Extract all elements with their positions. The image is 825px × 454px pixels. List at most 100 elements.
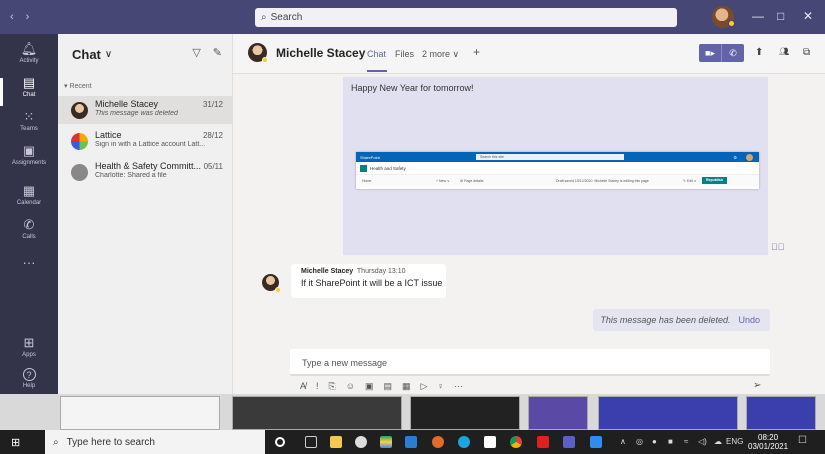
compose-box[interactable]: Type a new message — [290, 349, 770, 376]
file-explorer-icon[interactable] — [330, 436, 342, 448]
presence-dot — [262, 57, 268, 63]
sp-editing-text: Michelle Stacey is editing this page — [594, 178, 649, 183]
rail-item-more[interactable]: ··· — [0, 256, 58, 272]
send-icon[interactable]: ➢ — [753, 380, 761, 391]
rail-item-calendar[interactable]: ▦ Calendar — [0, 183, 58, 207]
seen-check-icon: ✓⃝ — [771, 242, 785, 252]
rail-item-chat[interactable]: ▤ Chat — [0, 75, 58, 106]
help-icon: ? — [22, 368, 36, 381]
language-indicator[interactable]: ENG — [726, 437, 743, 446]
praise-icon[interactable]: ♀ — [437, 381, 444, 392]
emoji-icon[interactable]: ☺ — [346, 381, 355, 392]
rail-item-calls[interactable]: ✆ Calls — [0, 218, 58, 241]
teams-taskbar-icon[interactable] — [563, 436, 575, 448]
forward-arrow-icon[interactable]: › — [26, 11, 30, 23]
add-tab-button[interactable]: + — [473, 45, 480, 59]
chat-item-michelle[interactable]: Michelle Stacey This message was deleted… — [58, 96, 232, 124]
calendar-icon: ▦ — [22, 183, 36, 198]
image-message[interactable]: Happy New Year for tomorrow! SharePoint … — [343, 77, 768, 255]
chrome-icon[interactable] — [510, 436, 522, 448]
window-thumbnail[interactable] — [232, 396, 402, 430]
window-thumbnail[interactable] — [60, 396, 220, 430]
tray-app-icon[interactable]: ● — [652, 437, 657, 446]
tab-files[interactable]: Files — [395, 49, 414, 59]
tab-more[interactable]: 2 more ∨ — [422, 49, 459, 60]
rail-item-help[interactable]: ? Help — [0, 368, 58, 389]
more-icon: ··· — [22, 255, 36, 270]
close-button[interactable]: ✕ — [803, 9, 813, 23]
gif-icon[interactable]: ▣ — [365, 381, 374, 392]
sharepoint-command-bar: Home + New ∨ ⚙ Page details Draft saved … — [356, 174, 759, 186]
wifi-icon[interactable]: ≈ — [684, 437, 688, 446]
tray-chevron-icon[interactable]: ∧ — [620, 437, 626, 446]
message-text: If it SharePoint it will be a ICT issue — [301, 278, 443, 288]
search-input[interactable]: ⌕ Search — [255, 8, 677, 27]
call-buttons: ■▸ ✆ — [699, 44, 744, 62]
more-options-icon[interactable]: ⋯ — [454, 381, 463, 392]
mail-icon[interactable] — [405, 436, 417, 448]
rail-item-activity[interactable]: 🔔︎ Activity — [0, 42, 58, 65]
pop-out-icon[interactable]: ⧉ — [803, 47, 810, 58]
filter-icon[interactable]: ▽ — [192, 46, 200, 59]
window-thumbnail[interactable] — [598, 396, 738, 430]
tab-more-label: 2 more — [422, 49, 451, 59]
window-thumbnail[interactable] — [528, 396, 588, 430]
video-call-icon[interactable]: ■▸ — [699, 44, 721, 62]
stream-icon[interactable]: ▷ — [420, 381, 427, 392]
avatar — [71, 102, 88, 119]
tab-chat[interactable]: Chat — [367, 49, 386, 59]
chat-list-title[interactable]: Chat — [72, 47, 101, 62]
attach-icon[interactable]: ⎘ — [329, 381, 336, 392]
tray-app-icon[interactable]: ■ — [668, 437, 673, 446]
contact-name: Michelle Stacey — [276, 46, 366, 60]
message-meta: Michelle Stacey Thursday 13:10 — [301, 268, 436, 275]
rail-item-assignments[interactable]: ▣ Assignments — [0, 144, 58, 167]
clock[interactable]: 08:20 03/01/2021 — [748, 433, 788, 451]
acrobat-icon[interactable] — [537, 436, 549, 448]
undo-link[interactable]: Undo — [738, 315, 760, 325]
volume-icon[interactable]: ◁) — [698, 437, 707, 446]
sticker-icon[interactable]: ▤ — [383, 381, 392, 392]
message-text: Happy New Year for tomorrow! — [351, 83, 474, 93]
back-arrow-icon[interactable]: ‹ — [10, 11, 14, 23]
app-taskbar-icon[interactable] — [590, 436, 602, 448]
chat-icon: ▤ — [22, 75, 36, 90]
add-people-icon[interactable]: 👥︎ — [779, 47, 789, 56]
window-thumbnail[interactable] — [746, 396, 816, 430]
recent-section-label[interactable]: ▾ Recent — [58, 82, 232, 90]
new-chat-icon[interactable]: ✎ — [213, 46, 222, 59]
message-bubble[interactable]: Michelle Stacey Thursday 13:10 If it Sha… — [291, 264, 446, 298]
screen-share-icon[interactable]: ⬆ — [755, 47, 763, 58]
sharepoint-screenshot[interactable]: SharePoint Search this site ⚙ Health and… — [356, 152, 759, 189]
google-drive-icon[interactable] — [380, 436, 392, 448]
taskbar-search-input[interactable]: ⌕ Type here to search — [45, 430, 265, 454]
windows-start-icon[interactable]: ⊞ — [11, 436, 20, 449]
rail-item-apps[interactable]: ⊞ Apps — [0, 336, 58, 359]
chat-preview: This message was deleted — [95, 110, 178, 117]
meet-icon[interactable]: ▦ — [402, 381, 411, 392]
title-bar: ‹ › ⌕ Search — □ ✕ — [0, 0, 825, 34]
conversation-pane: Happy New Year for tomorrow! SharePoint … — [233, 74, 825, 394]
settings-icon[interactable] — [355, 436, 367, 448]
conversation-header: Michelle Stacey Chat Files 2 more ∨ + ■▸… — [233, 34, 825, 74]
rail-item-teams[interactable]: ⁙ Teams — [0, 110, 58, 133]
chat-item-health-safety[interactable]: Health & Safety Committ... Charlotte: Sh… — [58, 158, 232, 186]
chat-item-lattice[interactable]: Lattice Sign in with a Lattice account L… — [58, 127, 232, 155]
minimize-button[interactable]: — — [752, 9, 764, 23]
gmail-icon[interactable] — [484, 436, 496, 448]
chevron-down-icon[interactable]: ∨ — [105, 49, 112, 60]
window-thumbnail[interactable] — [410, 396, 520, 430]
paint-icon[interactable] — [432, 436, 444, 448]
edge-icon[interactable] — [458, 436, 470, 448]
important-icon[interactable]: ! — [316, 381, 319, 392]
onedrive-icon[interactable]: ☁ — [714, 437, 722, 446]
maximize-button[interactable]: □ — [777, 9, 784, 23]
format-icon[interactable]: A̸ — [300, 381, 306, 392]
task-view-icon[interactable] — [305, 436, 317, 448]
tray-app-icon[interactable]: ◎ — [636, 437, 643, 446]
audio-call-icon[interactable]: ✆ — [721, 44, 744, 62]
notifications-icon[interactable]: ☐ — [798, 435, 807, 446]
rail-label: Activity — [19, 58, 39, 64]
cortana-icon[interactable] — [275, 437, 285, 447]
chat-list-actions: ▽ ✎ — [192, 46, 222, 59]
